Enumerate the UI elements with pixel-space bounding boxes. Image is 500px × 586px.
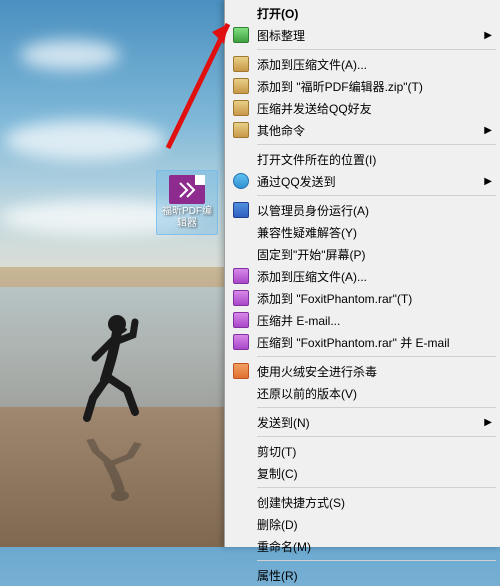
menu-add-to-archive[interactable]: 添加到压缩文件(A)... — [227, 53, 498, 75]
desktop-icon-foxit-pdf[interactable]: 福昕PDF编辑器 — [156, 170, 218, 235]
menu-compress-send-qq[interactable]: 压缩并发送给QQ好友 — [227, 97, 498, 119]
menu-restore-prev[interactable]: 还原以前的版本(V) — [227, 382, 498, 404]
menu-compat-troubleshoot[interactable]: 兼容性疑难解答(Y) — [227, 221, 498, 243]
rar-icon — [231, 333, 251, 351]
menu-separator — [257, 49, 496, 50]
menu-separator — [257, 436, 496, 437]
context-menu: 打开(O) 图标整理 ▶ 添加到压缩文件(A)... 添加到 "福昕PDF编辑器… — [224, 0, 500, 547]
menu-copy[interactable]: 复制(C) — [227, 462, 498, 484]
zip-icon — [231, 99, 251, 117]
qq-icon — [231, 172, 251, 190]
zip-icon — [231, 121, 251, 139]
blank-icon — [231, 150, 251, 168]
shield-icon — [231, 201, 251, 219]
menu-create-shortcut[interactable]: 创建快捷方式(S) — [227, 491, 498, 513]
chevron-right-icon: ▶ — [484, 30, 492, 41]
menu-properties[interactable]: 属性(R) — [227, 564, 498, 586]
wallpaper-runner — [75, 310, 155, 440]
blank-icon — [231, 464, 251, 482]
zip-icon — [231, 55, 251, 73]
rar-icon — [231, 311, 251, 329]
menu-run-as-admin[interactable]: 以管理员身份运行(A) — [227, 199, 498, 221]
chevron-right-icon: ▶ — [484, 125, 492, 136]
menu-separator — [257, 407, 496, 408]
menu-open-file-location[interactable]: 打开文件所在的位置(I) — [227, 148, 498, 170]
blank-icon — [231, 223, 251, 241]
blank-icon — [231, 4, 251, 22]
menu-add-to-archive-2[interactable]: 添加到压缩文件(A)... — [227, 265, 498, 287]
menu-icon-arrange[interactable]: 图标整理 ▶ — [227, 24, 498, 46]
chevron-right-icon: ▶ — [484, 417, 492, 428]
blank-icon — [231, 537, 251, 555]
rar-icon — [231, 267, 251, 285]
rar-icon — [231, 289, 251, 307]
desktop-icon-label: 福昕PDF编辑器 — [159, 206, 215, 230]
menu-send-to[interactable]: 发送到(N) ▶ — [227, 411, 498, 433]
huorong-icon — [231, 362, 251, 380]
menu-separator — [257, 356, 496, 357]
menu-compress-email[interactable]: 压缩并 E-mail... — [227, 309, 498, 331]
blank-icon — [231, 413, 251, 431]
blank-icon — [231, 493, 251, 511]
menu-pin-to-start[interactable]: 固定到"开始"屏幕(P) — [227, 243, 498, 265]
menu-add-to-foxit-rar[interactable]: 添加到 "FoxitPhantom.rar"(T) — [227, 287, 498, 309]
zip-icon — [231, 77, 251, 95]
menu-delete[interactable]: 删除(D) — [227, 513, 498, 535]
blank-icon — [231, 384, 251, 402]
menu-cut[interactable]: 剪切(T) — [227, 440, 498, 462]
chevron-right-icon: ▶ — [484, 176, 492, 187]
blank-icon — [231, 566, 251, 584]
arrange-icon — [231, 26, 251, 44]
menu-rename[interactable]: 重命名(M) — [227, 535, 498, 557]
menu-separator — [257, 144, 496, 145]
foxit-pdf-icon — [169, 175, 205, 204]
menu-separator — [257, 195, 496, 196]
menu-huorong-scan[interactable]: 使用火绒安全进行杀毒 — [227, 360, 498, 382]
menu-open[interactable]: 打开(O) — [227, 2, 498, 24]
menu-compress-foxit-email[interactable]: 压缩到 "FoxitPhantom.rar" 并 E-mail — [227, 331, 498, 353]
menu-send-via-qq[interactable]: 通过QQ发送到 ▶ — [227, 170, 498, 192]
menu-other-cmd[interactable]: 其他命令 ▶ — [227, 119, 498, 141]
wallpaper-reflection — [78, 456, 158, 504]
menu-separator — [257, 560, 496, 561]
blank-icon — [231, 515, 251, 533]
menu-add-to-named-zip[interactable]: 添加到 "福昕PDF编辑器.zip"(T) — [227, 75, 498, 97]
blank-icon — [231, 245, 251, 263]
menu-separator — [257, 487, 496, 488]
blank-icon — [231, 442, 251, 460]
